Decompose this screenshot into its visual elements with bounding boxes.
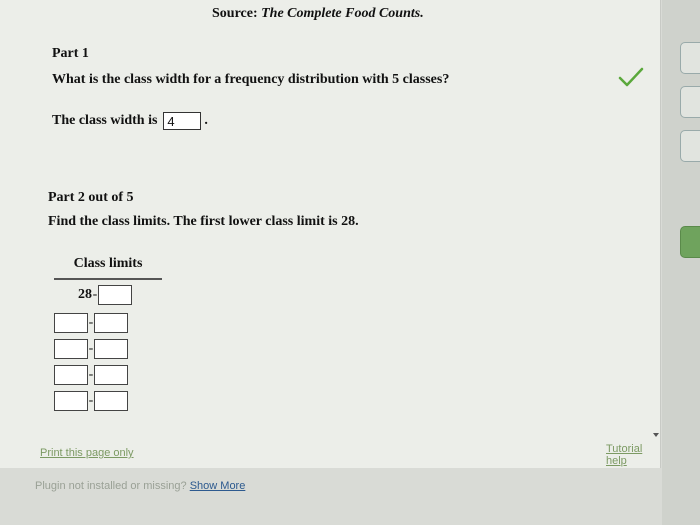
lower-limit-input-3[interactable] xyxy=(54,339,88,359)
side-tab[interactable] xyxy=(680,86,700,118)
part2-title: Part 2 out of 5 xyxy=(48,190,134,205)
class-limits-rule xyxy=(54,278,162,280)
upper-limit-input-3[interactable] xyxy=(94,339,128,359)
class-width-input[interactable]: 4 xyxy=(163,112,202,130)
print-page-link[interactable]: Print this page only xyxy=(40,447,134,459)
plugin-message: Plugin not installed or missing? xyxy=(35,480,187,492)
class-width-suffix: . xyxy=(204,113,208,128)
side-tab[interactable] xyxy=(680,42,700,74)
class-width-row: The class width is 4 . xyxy=(52,112,208,130)
class-row: - xyxy=(54,365,128,385)
tutorial-help-link[interactable]: Tutorial help xyxy=(606,443,660,467)
correct-check-icon xyxy=(618,67,644,87)
upper-limit-input-1[interactable] xyxy=(98,285,132,305)
part2-question: Find the class limits. The first lower c… xyxy=(48,214,359,229)
lower-limit-input-4[interactable] xyxy=(54,365,88,385)
side-tab-active[interactable] xyxy=(680,226,700,258)
class-row: - xyxy=(54,391,128,411)
class-row: 28 - xyxy=(54,285,132,305)
class-width-label: The class width is xyxy=(52,113,158,128)
scroll-down-icon[interactable] xyxy=(651,428,661,442)
source-label: Source: xyxy=(212,6,258,21)
question-panel: Source: The Complete Food Counts. Part 1… xyxy=(0,0,661,468)
class-row: - xyxy=(54,313,128,333)
upper-limit-input-5[interactable] xyxy=(94,391,128,411)
class-limits-header: Class limits xyxy=(73,256,143,271)
side-tab[interactable] xyxy=(680,130,700,162)
part1-title: Part 1 xyxy=(52,46,89,61)
upper-limit-input-2[interactable] xyxy=(94,313,128,333)
first-lower-limit: 28 xyxy=(78,287,92,302)
show-more-link[interactable]: Show More xyxy=(190,480,246,492)
source-title: The Complete Food Counts. xyxy=(261,6,424,21)
part1-question: What is the class width for a frequency … xyxy=(52,72,450,87)
plugin-notice: Plugin not installed or missing? Show Mo… xyxy=(35,480,245,492)
lower-limit-input-2[interactable] xyxy=(54,313,88,333)
upper-limit-input-4[interactable] xyxy=(94,365,128,385)
source-line: Source: The Complete Food Counts. xyxy=(212,6,424,22)
right-side-strip xyxy=(662,0,700,525)
lower-limit-input-5[interactable] xyxy=(54,391,88,411)
class-row: - xyxy=(54,339,128,359)
